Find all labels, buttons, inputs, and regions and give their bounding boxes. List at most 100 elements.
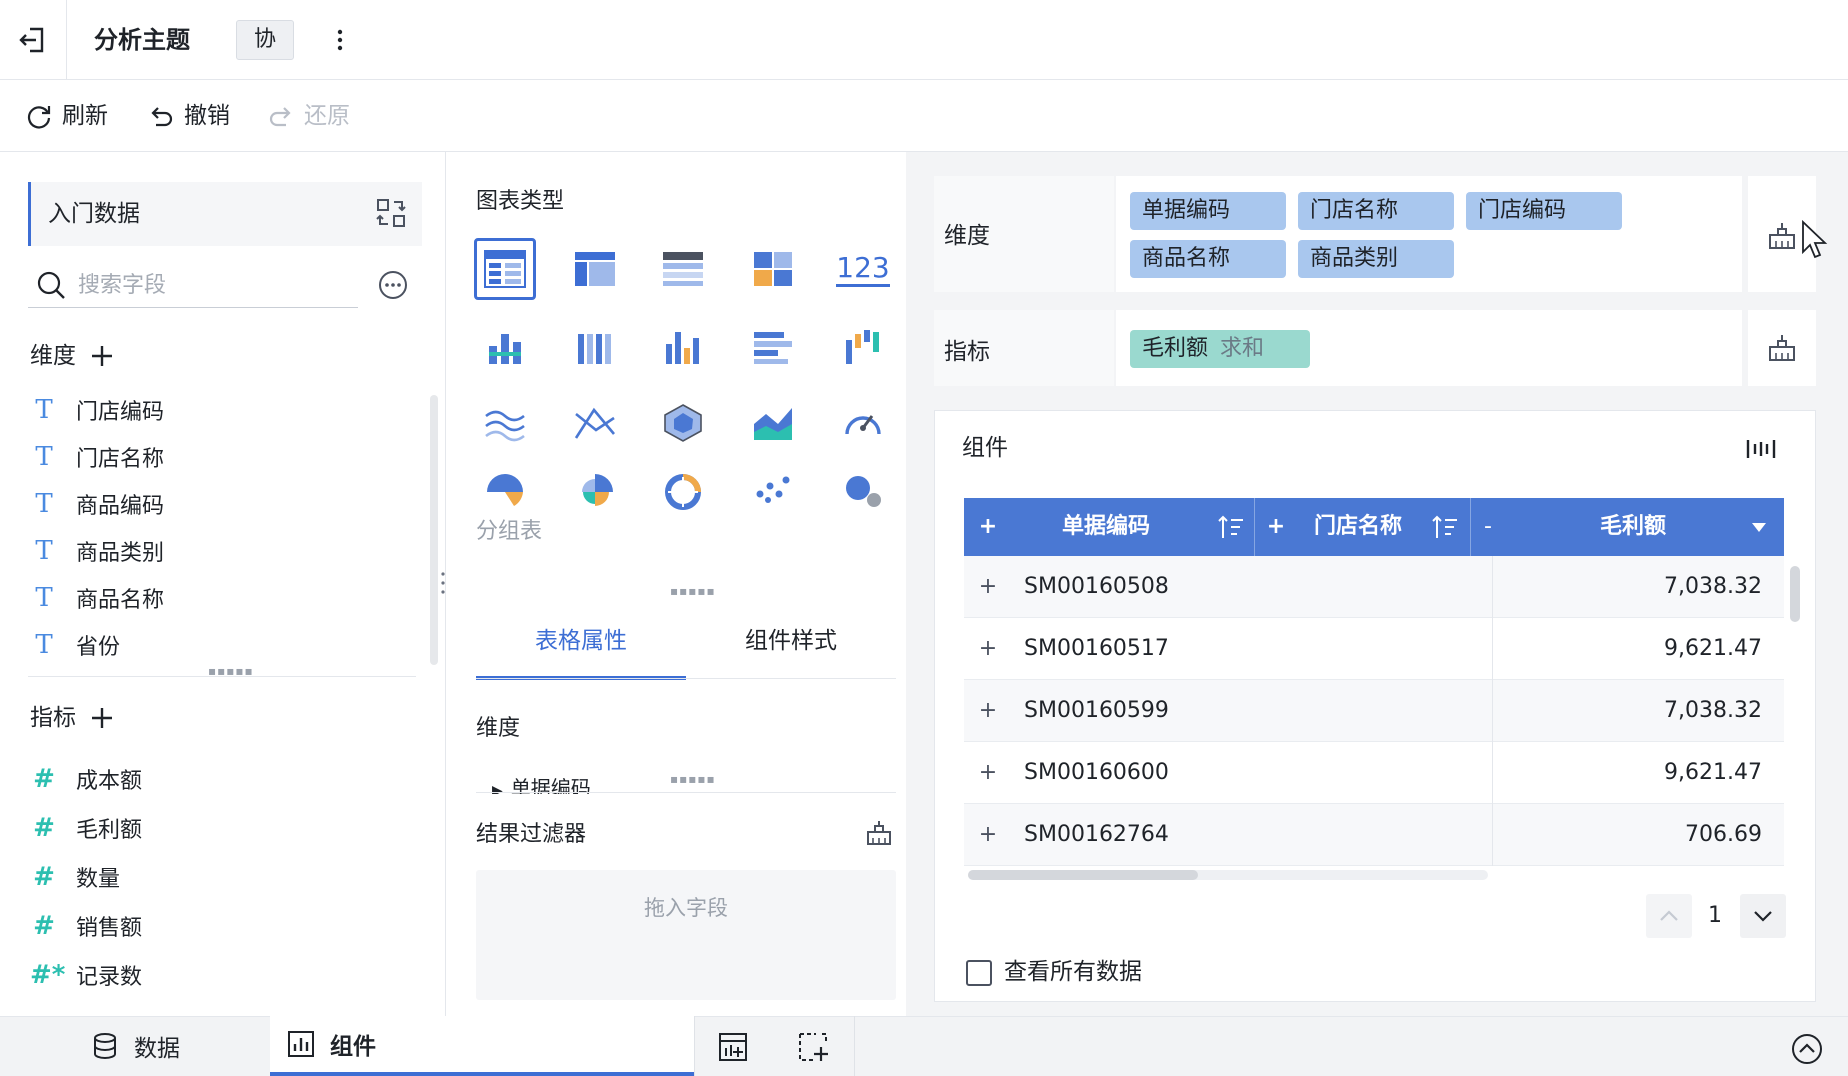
page-prev-button[interactable]: [1646, 894, 1692, 938]
scatter-chart-icon[interactable]: [742, 470, 804, 512]
chart-type-label: 分组表: [476, 519, 543, 544]
add-container-icon[interactable]: [796, 1030, 830, 1064]
column-header-label[interactable]: 毛利额: [1600, 498, 1666, 556]
redo-label: 还原: [304, 103, 350, 129]
table-row[interactable]: + SM00160517 9,621.47: [964, 618, 1784, 680]
dropdown-caret-icon[interactable]: [1750, 516, 1768, 538]
dimension-chip[interactable]: 商品类别: [1298, 240, 1454, 278]
dimension-chip[interactable]: 门店编码: [1466, 192, 1622, 230]
stacked-bar-icon[interactable]: [564, 316, 626, 378]
expand-row-icon[interactable]: +: [976, 680, 1000, 742]
expand-column-icon[interactable]: +: [1264, 498, 1288, 556]
horizontal-bar-icon[interactable]: [742, 316, 804, 378]
refresh-label: 刷新: [62, 103, 108, 129]
divider: [476, 678, 896, 679]
more-vertical-icon[interactable]: [330, 22, 350, 58]
add-chart-icon[interactable]: [716, 1030, 750, 1064]
grouped-bar-icon[interactable]: [474, 316, 536, 378]
indicator-field[interactable]: #* 记录数: [30, 957, 390, 993]
horizontal-scrollbar-thumb[interactable]: [968, 870, 1198, 880]
search-field-input[interactable]: [78, 266, 348, 304]
expand-row-icon[interactable]: +: [976, 742, 1000, 804]
scrollbar[interactable]: [430, 395, 438, 665]
tab-data[interactable]: 数据: [90, 1016, 180, 1076]
dimension-chip[interactable]: 单据编码: [1130, 192, 1286, 230]
group-table-icon[interactable]: [474, 238, 536, 300]
component-title: 组件: [962, 435, 1008, 461]
text-type-icon: T: [35, 489, 53, 519]
dimension-chip[interactable]: 门店名称: [1298, 192, 1454, 230]
collapse-column-icon[interactable]: -: [1478, 498, 1498, 556]
cell-code: SM00160517: [1024, 636, 1169, 661]
clear-brush-icon[interactable]: [1766, 220, 1798, 252]
indicator-field[interactable]: # 销售额: [30, 908, 390, 944]
bubble-chart-icon[interactable]: [832, 470, 894, 512]
line-chart-icon[interactable]: [474, 392, 536, 454]
tab-component[interactable]: 组件: [270, 1016, 694, 1076]
cell-value: 7,038.32: [1664, 574, 1762, 599]
number-type-icon: #: [33, 813, 55, 843]
dimension-field[interactable]: T 门店名称: [30, 439, 390, 475]
collab-button[interactable]: 协: [236, 20, 294, 60]
page-title: 分析主题: [94, 26, 190, 54]
indicator-field[interactable]: # 毛利额: [30, 810, 390, 846]
undo-button[interactable]: 撤销: [146, 98, 230, 134]
rose-chart-icon[interactable]: [564, 470, 626, 512]
sort-icon[interactable]: [1430, 512, 1460, 542]
column-chart-icon[interactable]: [652, 316, 714, 378]
refresh-button[interactable]: 刷新: [24, 98, 108, 134]
radar-chart-icon[interactable]: [652, 392, 714, 454]
add-dimension-icon[interactable]: [88, 342, 116, 370]
indicator-field[interactable]: # 成本额: [30, 761, 390, 797]
table-row[interactable]: + SM00160600 9,621.47: [964, 742, 1784, 804]
indicator-chip[interactable]: 毛利额 求和: [1130, 330, 1310, 368]
redo-button[interactable]: 还原: [266, 98, 350, 134]
exit-icon[interactable]: [14, 20, 54, 60]
column-settings-icon[interactable]: [1744, 434, 1778, 464]
dimension-chip[interactable]: 商品名称: [1130, 240, 1286, 278]
ring-chart-icon[interactable]: [652, 470, 714, 512]
number-card-icon[interactable]: 123: [832, 238, 894, 300]
gauge-chart-icon[interactable]: [832, 392, 894, 454]
switch-dataset-icon[interactable]: [374, 196, 408, 230]
filter-drop-zone[interactable]: 拖入字段: [476, 870, 896, 1000]
table-row[interactable]: + SM00160508 7,038.32: [964, 556, 1784, 618]
column-separator[interactable]: [1254, 498, 1255, 556]
kpi-card-icon[interactable]: [742, 238, 804, 300]
resize-grip-icon[interactable]: ▪▪▪▪▪: [670, 772, 716, 786]
chevron-down-icon: [1754, 911, 1772, 922]
column-header-label[interactable]: 单据编码: [1062, 498, 1150, 556]
expand-row-icon[interactable]: +: [976, 556, 1000, 618]
cross-table-icon[interactable]: [564, 238, 626, 300]
tab-table-properties[interactable]: 表格属性: [476, 620, 686, 680]
detail-table-icon[interactable]: [652, 238, 714, 300]
dimension-field[interactable]: T 商品类别: [30, 533, 390, 569]
dimension-field[interactable]: T 商品编码: [30, 486, 390, 522]
expand-row-icon[interactable]: +: [976, 618, 1000, 680]
indicator-field[interactable]: # 数量: [30, 859, 390, 895]
resize-grip-icon[interactable]: ▪▪▪▪▪: [670, 584, 716, 598]
tab-component-style[interactable]: 组件样式: [686, 620, 896, 680]
dimension-field[interactable]: T 门店编码: [30, 392, 390, 428]
more-options-icon[interactable]: [376, 268, 410, 302]
clear-brush-icon[interactable]: [864, 818, 894, 848]
collapse-up-icon[interactable]: [1790, 1032, 1824, 1066]
area-chart-icon[interactable]: [742, 392, 804, 454]
pie-chart-icon[interactable]: [474, 470, 536, 512]
column-separator[interactable]: [1470, 498, 1471, 556]
add-indicator-icon[interactable]: [88, 704, 116, 732]
vertical-scrollbar[interactable]: [1790, 566, 1800, 622]
combo-line-icon[interactable]: [564, 392, 626, 454]
expand-column-icon[interactable]: +: [976, 498, 1000, 556]
dimension-field[interactable]: T 商品名称: [30, 580, 390, 616]
dimension-field[interactable]: T 省份: [30, 627, 390, 663]
expand-row-icon[interactable]: +: [976, 804, 1000, 866]
table-row[interactable]: + SM00162764 706.69: [964, 804, 1784, 866]
column-header-label[interactable]: 门店名称: [1314, 498, 1402, 556]
view-all-checkbox[interactable]: [966, 960, 992, 986]
sort-icon[interactable]: [1216, 512, 1246, 542]
waterfall-chart-icon[interactable]: [832, 316, 894, 378]
clear-brush-icon[interactable]: [1766, 332, 1798, 364]
table-row[interactable]: + SM00160599 7,038.32: [964, 680, 1784, 742]
page-next-button[interactable]: [1740, 894, 1786, 938]
